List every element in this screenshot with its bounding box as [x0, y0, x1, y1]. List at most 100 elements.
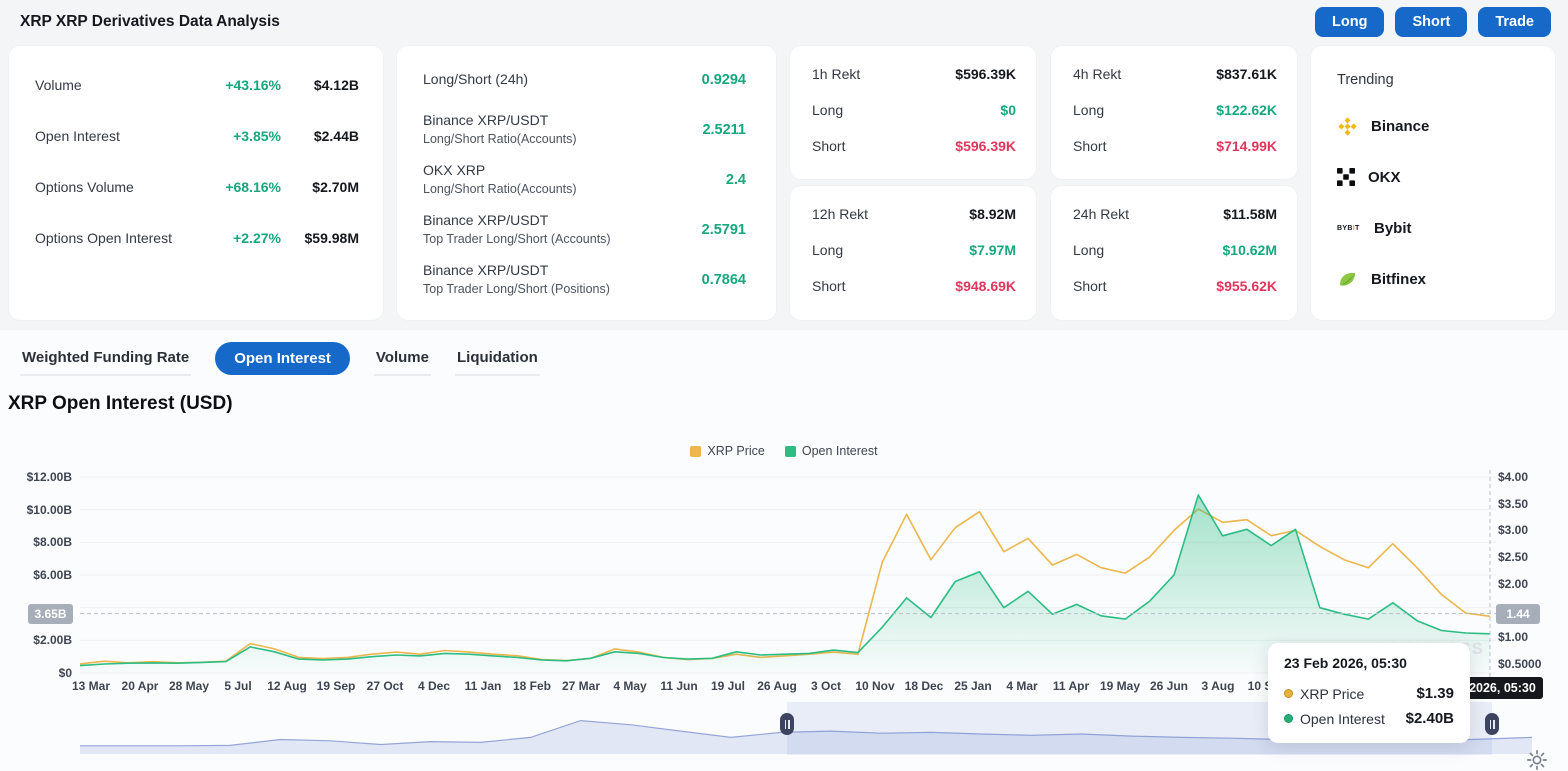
rekt-total-row: 24h Rekt $11.58M	[1073, 203, 1277, 225]
exchange-name: Bybit	[1374, 219, 1412, 237]
rekt-card-24h: 24h Rekt $11.58M Long $10.62M Short $955.62…	[1050, 185, 1298, 321]
stat-row-options-volume: Options Volume +68.16% $2.70M	[35, 174, 359, 199]
settings-gear-icon[interactable]	[1526, 749, 1548, 771]
rekt-short-label: Short	[812, 278, 846, 294]
stat-value: $2.44B	[313, 127, 359, 144]
bybit-icon: BYBIT	[1337, 224, 1360, 232]
stat-label: Options Open Interest	[35, 229, 172, 246]
ratio-value: 0.9294	[701, 71, 746, 88]
rekt-card-1h: 1h Rekt $596.39K Long $0 Short $596.39K	[789, 45, 1037, 180]
exchange-name: OKX	[1368, 168, 1401, 186]
rekt-card-4h: 4h Rekt $837.61K Long $122.62K Short $714.9…	[1050, 45, 1298, 180]
trade-button[interactable]: Trade	[1478, 7, 1551, 37]
stat-row-volume: Volume +43.16% $4.12B	[35, 72, 359, 97]
rekt-short-value: $955.62K	[1216, 278, 1277, 294]
rekt-short-value: $714.99K	[1216, 138, 1277, 154]
rekt-total-value: $837.61K	[1216, 66, 1277, 82]
ratio-sublabel: Long/Short Ratio(Accounts)	[423, 182, 577, 196]
rekt-long-value: $7.97M	[969, 242, 1016, 258]
rekt-short-row: Short $714.99K	[1073, 135, 1277, 157]
rekt-short-row: Short $955.62K	[1073, 275, 1277, 297]
stat-label: Volume	[35, 76, 82, 93]
open-interest-marker-icon	[1284, 714, 1293, 723]
rekt-total-row: 4h Rekt $837.61K	[1073, 63, 1277, 85]
rekt-short-value: $596.39K	[955, 138, 1016, 154]
market-stats-card: Volume +43.16% $4.12B Open Interest +3.8…	[8, 45, 384, 321]
rekt-short-value: $948.69K	[955, 278, 1016, 294]
trending-item-bitfinex[interactable]: Bitfinex	[1337, 267, 1535, 291]
rekt-long-label: Long	[812, 242, 844, 258]
okx-icon	[1337, 168, 1355, 186]
chart-title: XRP Open Interest (USD)	[8, 393, 233, 414]
ratio-row: Binance XRP/USDT Long/Short Ratio(Accoun…	[423, 111, 746, 148]
binance-icon	[1337, 116, 1358, 137]
stat-change: +68.16%	[225, 178, 281, 195]
chart-tabs: Weighted Funding Rate Open Interest Volu…	[20, 340, 540, 377]
rekt-long-value: $122.62K	[1216, 102, 1277, 118]
rekt-long-row: Long $122.62K	[1073, 99, 1277, 121]
xrp-price-marker-icon	[1284, 689, 1293, 698]
rekt-long-label: Long	[1073, 102, 1105, 118]
ratio-sublabel: Top Trader Long/Short (Accounts)	[423, 232, 611, 246]
trending-item-bybit[interactable]: BYBIT Bybit	[1337, 216, 1535, 240]
ratio-sublabel: Long/Short Ratio(Accounts)	[423, 132, 577, 146]
ratio-label: Long/Short (24h)	[423, 71, 529, 87]
stat-value: $4.12B	[313, 76, 359, 93]
rekt-short-label: Short	[1073, 278, 1107, 294]
rekt-long-row: Long $10.62M	[1073, 239, 1277, 261]
rekt-period-label: 4h Rekt	[1073, 66, 1122, 82]
rekt-period-label: 24h Rekt	[1073, 206, 1130, 222]
ratio-value: 2.4	[725, 171, 746, 188]
stat-change: +2.27%	[233, 229, 281, 246]
tooltip-value: $2.40B	[1405, 710, 1454, 727]
tooltip-label: XRP Price	[1300, 685, 1365, 702]
stat-label: Open Interest	[35, 127, 120, 144]
ratio-row: OKX XRP Long/Short Ratio(Accounts) 2.4	[423, 161, 746, 198]
rekt-total-row: 12h Rekt $8.92M	[812, 203, 1016, 225]
rekt-total-value: $596.39K	[955, 66, 1016, 82]
tab-liquidation[interactable]: Liquidation	[454, 341, 540, 376]
rekt-long-row: Long $7.97M	[812, 239, 1016, 261]
exchange-name: Bitfinex	[1371, 270, 1427, 288]
rekt-card-12h: 12h Rekt $8.92M Long $7.97M Short $948.69K	[789, 185, 1037, 321]
tab-weighted-funding-rate[interactable]: Weighted Funding Rate	[20, 341, 192, 376]
navigator-right-handle[interactable]	[1485, 713, 1499, 735]
ratio-row: Long/Short (24h) 0.9294	[423, 70, 746, 89]
ratio-row: Binance XRP/USDT Top Trader Long/Short (…	[423, 211, 746, 248]
rekt-total-value: $11.58M	[1223, 206, 1277, 222]
stat-row-options-open-interest: Options Open Interest +2.27% $59.98M	[35, 225, 359, 250]
trending-item-binance[interactable]: Binance	[1337, 114, 1535, 138]
rekt-short-row: Short $596.39K	[812, 135, 1016, 157]
stat-row-open-interest: Open Interest +3.85% $2.44B	[35, 123, 359, 148]
exchange-name: Binance	[1371, 117, 1430, 135]
left-axis-crosshair-badge: 3.65B	[28, 604, 73, 624]
ratio-row: Binance XRP/USDT Top Trader Long/Short (…	[423, 261, 746, 298]
rekt-total-value: $8.92M	[969, 206, 1016, 222]
ratio-label: Binance XRP/USDT	[423, 112, 549, 128]
header-actions: Long Short Trade	[1315, 7, 1551, 37]
tooltip-label: Open Interest	[1300, 710, 1385, 727]
navigator-left-handle[interactable]	[780, 713, 794, 735]
rekt-short-label: Short	[1073, 138, 1107, 154]
bitfinex-icon	[1337, 269, 1358, 290]
tooltip-value: $1.39	[1416, 685, 1454, 702]
tooltip-row-price: XRP Price $1.39	[1284, 681, 1454, 706]
short-button[interactable]: Short	[1395, 7, 1468, 37]
trending-item-okx[interactable]: OKX	[1337, 165, 1535, 189]
tab-open-interest[interactable]: Open Interest	[215, 342, 350, 375]
chart-tooltip: 23 Feb 2026, 05:30 XRP Price $1.39 Open …	[1268, 643, 1470, 743]
ratio-label: OKX XRP	[423, 162, 486, 178]
stat-label: Options Volume	[35, 178, 134, 195]
tab-volume[interactable]: Volume	[373, 341, 431, 376]
rekt-long-label: Long	[1073, 242, 1105, 258]
ratio-value: 2.5791	[701, 221, 746, 238]
rekt-total-row: 1h Rekt $596.39K	[812, 63, 1016, 85]
long-short-ratios-card: Long/Short (24h) 0.9294 Binance XRP/USDT…	[396, 45, 777, 321]
rekt-period-label: 12h Rekt	[812, 206, 869, 222]
tooltip-date: 23 Feb 2026, 05:30	[1284, 655, 1407, 671]
ratio-value: 2.5211	[702, 121, 746, 138]
ratio-label: Binance XRP/USDT	[423, 262, 549, 278]
long-button[interactable]: Long	[1315, 7, 1385, 37]
rekt-long-label: Long	[812, 102, 844, 118]
rekt-long-row: Long $0	[812, 99, 1016, 121]
